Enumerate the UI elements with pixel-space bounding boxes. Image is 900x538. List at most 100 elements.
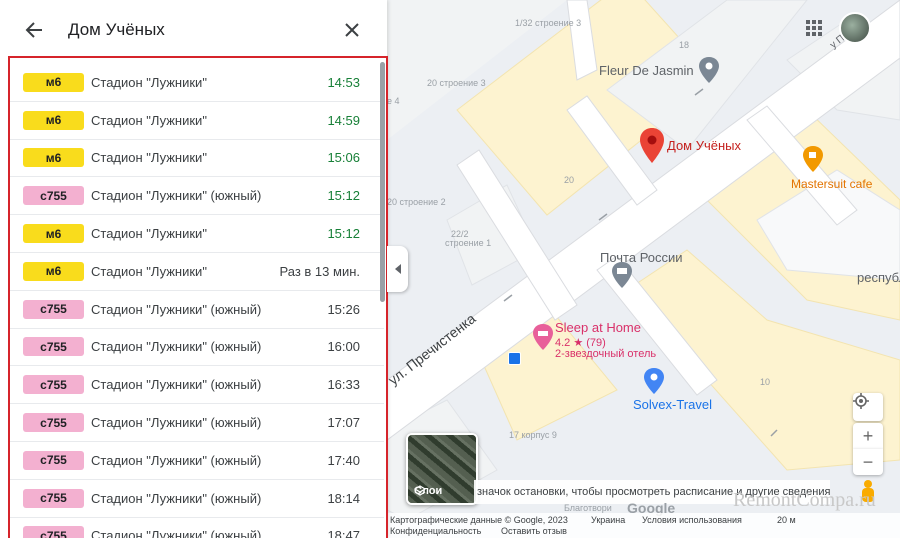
destination-label: Стадион "Лужники" xyxy=(91,112,207,128)
panel-header: Дом Учёных xyxy=(0,0,387,56)
place-label-sleep-at-home[interactable]: Sleep at Home xyxy=(555,320,641,335)
destination-label: Стадион "Лужники" xyxy=(91,263,207,279)
map-canvas[interactable]: 1/32 строение 3 18 Fleur De Jasmin 20 ст… xyxy=(387,0,900,538)
departure-row[interactable]: с755 Стадион "Лужники" (южный) 15:26 xyxy=(10,291,384,329)
departure-row[interactable]: м6 Стадион "Лужники" 15:12 xyxy=(10,215,384,253)
place-label-dom-uchenykh[interactable]: Дом Учёных xyxy=(667,138,741,153)
destination-label: Стадион "Лужники" (южный) xyxy=(91,339,262,355)
travel-agency-marker-icon[interactable] xyxy=(644,368,664,394)
map-label: 18 xyxy=(679,40,690,50)
destination-label: Стадион "Лужники" (южный) xyxy=(91,188,262,204)
terms-link[interactable]: Условия использования xyxy=(642,515,742,525)
route-badge: м6 xyxy=(23,224,84,244)
destination-label: Стадион "Лужники" xyxy=(91,226,207,242)
hotel-marker-icon[interactable] xyxy=(533,324,553,350)
post-office-marker-icon[interactable] xyxy=(612,262,632,288)
route-badge: м6 xyxy=(23,261,84,281)
departure-row[interactable]: с755 Стадион "Лужники" (южный) 18:14 xyxy=(10,480,384,518)
departure-time: 17:07 xyxy=(327,415,360,431)
destination-label: Стадион "Лужники" xyxy=(91,74,207,90)
avatar[interactable] xyxy=(839,12,871,44)
departure-time: 15:26 xyxy=(327,301,360,317)
crosshair-icon xyxy=(853,393,869,409)
destination-label: Стадион "Лужники" (южный) xyxy=(91,301,262,317)
departure-row[interactable]: с755 Стадион "Лужники" (южный) 17:07 xyxy=(10,404,384,442)
scale-label[interactable]: 20 м xyxy=(777,515,796,525)
departure-time: 17:40 xyxy=(327,452,360,468)
watermark: RemontCompa.ru xyxy=(733,489,876,511)
route-badge: м6 xyxy=(23,110,84,130)
map-label: строение 1 xyxy=(445,238,492,248)
place-label-pochta[interactable]: Почта России xyxy=(600,250,683,265)
departure-row[interactable]: с755 Стадион "Лужники" (южный) 16:00 xyxy=(10,329,384,367)
departure-row[interactable]: м6 Стадион "Лужники" 15:06 xyxy=(10,140,384,178)
route-badge: м6 xyxy=(23,72,84,92)
departure-row[interactable]: с755 Стадион "Лужники" (южный) 15:12 xyxy=(10,177,384,216)
layers-button[interactable]: Слои xyxy=(406,433,478,505)
cafe-marker-icon[interactable] xyxy=(803,146,823,172)
departure-row[interactable]: м6 Стадион "Лужники" Раз в 13 мин. xyxy=(10,253,384,291)
route-badge: с755 xyxy=(23,450,84,470)
map-label: Благотвори xyxy=(564,503,612,513)
place-marker-icon[interactable] xyxy=(699,57,719,83)
departure-time: 16:00 xyxy=(327,339,360,355)
feedback-link[interactable]: Оставить отзыв xyxy=(501,526,567,536)
map-label: е 4 xyxy=(387,96,400,106)
departure-row[interactable]: с755 Стадион "Лужники" (южный) 16:33 xyxy=(10,366,384,405)
map-data-credit: Картографические данные © Google, 2023 xyxy=(390,515,568,525)
departures-list: м6 Стадион "Лужники" 14:53 м6 Стадион "Лужни… xyxy=(10,64,384,538)
route-badge: с755 xyxy=(23,337,84,357)
departure-row[interactable]: с755 Стадион "Лужники" (южный) 18:47 xyxy=(10,518,384,538)
destination-label: Стадион "Лужники" xyxy=(91,150,207,166)
route-badge: с755 xyxy=(23,526,84,538)
place-label-solvex[interactable]: Solvex-Travel xyxy=(633,397,712,412)
map-label: 17 корпус 9 xyxy=(509,430,557,440)
departures-highlight: м6 Стадион "Лужники" 14:53 м6 Стадион "Лужни… xyxy=(8,56,388,538)
destination-label: Стадион "Лужники" (южный) xyxy=(91,377,262,393)
departure-row[interactable]: с755 Стадион "Лужники" (южный) 17:40 xyxy=(10,442,384,480)
map-label: 10 xyxy=(760,377,771,387)
transit-panel: Дом Учёных м6 Стадион "Лужники" 14:53 м6 Ста… xyxy=(0,0,388,538)
departure-row[interactable]: м6 Стадион "Лужники" 14:59 xyxy=(10,102,384,140)
departure-time: 16:33 xyxy=(327,377,360,393)
departure-time: 15:12 xyxy=(327,226,360,242)
departure-time: 18:14 xyxy=(327,490,360,506)
destination-label: Стадион "Лужники" (южный) xyxy=(91,452,262,468)
attribution-bar: Картографические данные © Google, 2023 У… xyxy=(387,513,900,538)
route-badge: с755 xyxy=(23,299,84,319)
destination-label: Стадион "Лужники" (южный) xyxy=(91,528,262,538)
departure-time: 18:47 xyxy=(327,528,360,538)
region-link[interactable]: Украина xyxy=(591,515,625,525)
place-type: 2-звездочный отель xyxy=(555,348,657,360)
destination-label: Стадион "Лужники" (южный) xyxy=(91,415,262,431)
map-label: 20 xyxy=(564,175,575,185)
chevron-left-icon xyxy=(394,264,401,274)
close-icon xyxy=(345,23,359,37)
layers-icon xyxy=(414,485,426,496)
apps-grid-icon[interactable] xyxy=(806,20,822,36)
collapse-panel-button[interactable] xyxy=(387,246,408,292)
page-title: Дом Учёных xyxy=(68,20,165,39)
location-pin-icon[interactable] xyxy=(639,128,665,164)
my-location-button[interactable] xyxy=(853,393,883,421)
zoom-out-button[interactable]: − xyxy=(853,449,883,475)
departure-row[interactable]: м6 Стадион "Лужники" 14:53 xyxy=(10,64,384,102)
map-label: 20 строение 2 xyxy=(387,197,446,207)
route-badge: с755 xyxy=(23,488,84,508)
zoom-in-button[interactable]: + xyxy=(853,423,883,449)
route-badge: с755 xyxy=(23,186,84,206)
back-button[interactable] xyxy=(22,18,46,42)
route-badge: м6 xyxy=(23,148,84,168)
departure-time: 14:59 xyxy=(327,112,360,128)
bus-stop-icon[interactable] xyxy=(508,352,521,365)
departure-time: 15:12 xyxy=(327,188,360,204)
place-label-fleur[interactable]: Fleur De Jasmin xyxy=(599,63,694,78)
departure-time: 15:06 xyxy=(327,150,360,166)
map-label: 1/32 строение 3 xyxy=(515,18,582,28)
departure-time: Раз в 13 мин. xyxy=(279,263,360,279)
place-label-mastersuit[interactable]: Mastersuit cafe xyxy=(791,177,872,191)
close-button[interactable] xyxy=(340,18,364,42)
route-badge: с755 xyxy=(23,413,84,433)
scrollbar[interactable] xyxy=(380,62,385,302)
privacy-link[interactable]: Конфиденциальность xyxy=(390,526,481,536)
